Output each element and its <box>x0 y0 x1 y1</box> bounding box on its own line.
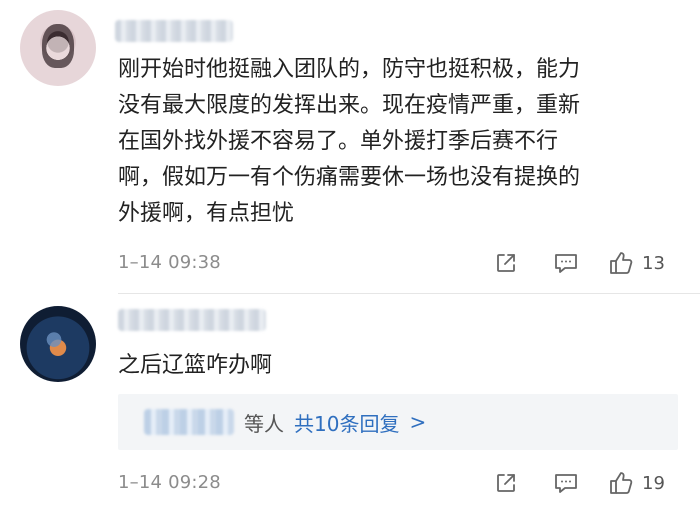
like-button[interactable]: 13 <box>608 249 678 277</box>
like-button[interactable]: 19 <box>608 469 678 497</box>
reply-usernames-blurred <box>144 409 234 435</box>
comment-divider <box>118 293 700 294</box>
like-count: 13 <box>642 252 665 274</box>
comment-icon <box>555 254 577 273</box>
comment-text: 刚开始时他挺融入团队的，防守也挺积极，能力 没有最大限度的发挥出来。现在疫情严重… <box>118 57 581 226</box>
comment-icon <box>555 474 577 493</box>
reply-summary[interactable]: 等人 共10条回复 > <box>118 394 678 450</box>
like-count: 19 <box>642 472 665 494</box>
share-button[interactable] <box>492 249 520 277</box>
username-blurred[interactable] <box>115 20 233 42</box>
comment-actions: 19 <box>492 469 678 497</box>
reply-others-label: 等人 <box>244 411 284 436</box>
share-button[interactable] <box>492 469 520 497</box>
comment-text: 之后辽篮咋办啊 <box>118 353 273 378</box>
share-icon <box>497 474 515 492</box>
reply-button[interactable] <box>552 469 580 497</box>
comment-actions: 13 <box>492 249 678 277</box>
comment-timestamp: 1–14 09:38 <box>118 252 221 273</box>
reply-button[interactable] <box>552 249 580 277</box>
share-icon <box>497 254 515 272</box>
thumbs-up-icon <box>610 472 633 494</box>
avatar[interactable] <box>20 10 96 86</box>
comment-timestamp: 1–14 09:28 <box>118 472 221 493</box>
thumbs-up-icon <box>610 252 633 274</box>
username-blurred[interactable] <box>118 309 266 331</box>
view-replies-link[interactable]: 共10条回复 <box>294 408 399 437</box>
avatar[interactable] <box>20 306 96 382</box>
chevron-right-icon[interactable]: > <box>409 410 426 434</box>
